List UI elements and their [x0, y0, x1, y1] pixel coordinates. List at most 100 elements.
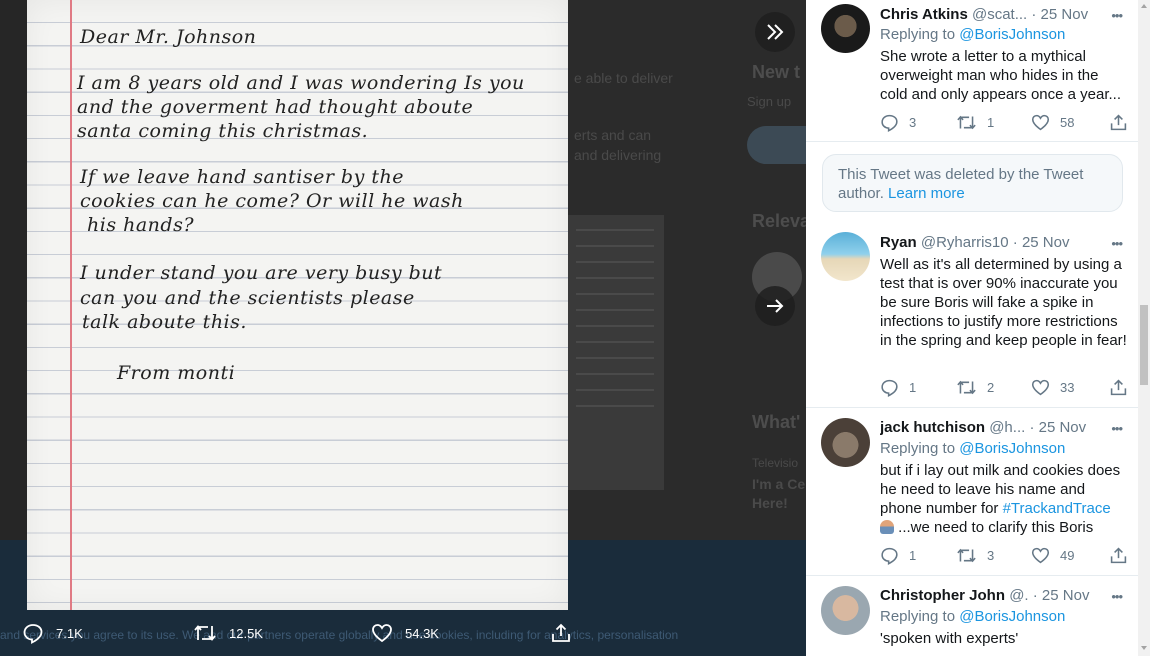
retweet-icon — [957, 380, 976, 395]
letter-line: If we leave hand santiser by the — [80, 166, 404, 188]
avatar[interactable] — [821, 586, 870, 635]
tweet-actions: 3 1 58 — [880, 113, 1130, 133]
like-count: 58 — [1060, 115, 1075, 130]
more-dots-icon[interactable]: ••• — [1111, 236, 1123, 251]
author-handle[interactable]: @h... — [989, 419, 1025, 436]
next-image-button[interactable] — [755, 286, 795, 326]
tweet-actions: 1 2 33 — [880, 378, 1130, 398]
more-dots-icon[interactable]: ••• — [1111, 8, 1123, 23]
reply-tweet[interactable]: jack hutchison @h... · 25 Nov ••• Replyi… — [806, 408, 1138, 576]
author-name[interactable]: Christopher John — [880, 587, 1005, 604]
replying-to: Replying to @BorisJohnson — [880, 608, 1065, 625]
avatar[interactable] — [821, 232, 870, 281]
letter-line: santa coming this christmas. — [77, 120, 369, 142]
author-name[interactable]: Ryan — [880, 234, 917, 251]
tweet-header: Chris Atkins @scat... · 25 Nov — [880, 6, 1124, 23]
like-button[interactable]: 49 — [1031, 546, 1074, 565]
share-icon — [1110, 114, 1127, 131]
reply-count: 1 — [909, 380, 917, 395]
tweet-actions: 1 3 49 — [880, 546, 1130, 566]
scrollbar[interactable] — [1138, 0, 1150, 656]
tweet-header: Christopher John @. · 25 Nov — [880, 587, 1124, 604]
retweet-button[interactable]: 2 — [956, 378, 994, 397]
background-text: Televisio — [752, 456, 799, 470]
tweet-header: Ryan @Ryharris10 · 25 Nov — [880, 234, 1124, 251]
background-text: Sign up — [747, 94, 792, 109]
scrollbar-thumb[interactable] — [1140, 305, 1148, 385]
background-heading: What' — [752, 412, 801, 432]
tweet-date[interactable]: · 25 Nov — [1033, 587, 1090, 604]
heart-icon — [1031, 114, 1050, 131]
letter-line: I under stand you are very busy but — [80, 262, 443, 284]
more-dots-icon[interactable]: ••• — [1111, 421, 1123, 436]
replying-to: Replying to @BorisJohnson — [880, 440, 1065, 457]
more-dots-icon[interactable]: ••• — [1111, 589, 1123, 604]
like-count: 33 — [1060, 380, 1075, 395]
replying-handle-link[interactable]: @BorisJohnson — [959, 608, 1065, 625]
letter-line: his hands? — [87, 214, 195, 236]
deleted-tweet-notice: This Tweet was deleted by the Tweet auth… — [822, 154, 1123, 212]
share-icon — [1110, 379, 1127, 396]
reply-button[interactable]: 1 — [880, 546, 916, 565]
share-button[interactable] — [1109, 113, 1138, 132]
author-name[interactable]: Chris Atkins — [880, 6, 968, 23]
share-icon — [1110, 547, 1127, 564]
replying-handle-link[interactable]: @BorisJohnson — [959, 440, 1065, 457]
media-like-button[interactable]: 54.3K — [371, 622, 439, 644]
author-handle[interactable]: @Ryharris10 — [921, 234, 1009, 251]
tweet-date[interactable]: · 25 Nov — [1031, 6, 1088, 23]
avatar[interactable] — [821, 418, 870, 467]
reply-icon — [881, 379, 898, 397]
retweet-button[interactable]: 3 — [956, 546, 994, 565]
reply-tweet[interactable]: Christopher John @. · 25 Nov ••• Replyin… — [806, 576, 1138, 656]
like-button[interactable]: 33 — [1031, 378, 1074, 397]
share-button[interactable] — [1109, 378, 1138, 397]
tweet-text: but if i lay out milk and cookies does h… — [880, 461, 1128, 537]
tweet-date[interactable]: · 25 Nov — [1013, 234, 1070, 251]
scroll-down-arrow-icon[interactable] — [1141, 646, 1147, 650]
background-text: Here! — [752, 495, 788, 511]
media-reply-count: 7.1K — [56, 625, 83, 641]
reply-button[interactable]: 1 — [880, 378, 916, 397]
retweet-button[interactable]: 1 — [956, 113, 994, 132]
retweet-icon — [957, 115, 976, 130]
background-text: erts and can — [574, 127, 652, 143]
media-retweet-count: 12.5K — [229, 625, 263, 641]
reply-tweet[interactable]: Ryan @Ryharris10 · 25 Nov ••• Well as it… — [806, 224, 1138, 408]
scroll-up-arrow-icon[interactable] — [1141, 4, 1147, 8]
author-handle[interactable]: @scat... — [972, 6, 1027, 23]
reply-count: 3 — [909, 115, 917, 130]
letter-line: I am 8 years old and I was wondering Is … — [77, 72, 525, 94]
share-icon — [552, 623, 570, 642]
tweet-text: Well as it's all determined by using a t… — [880, 256, 1127, 349]
double-chevron-right-icon — [767, 24, 784, 40]
letter-line: can you and the scientists please — [80, 287, 415, 309]
like-count: 49 — [1060, 548, 1075, 563]
letter-greeting: Dear Mr. Johnson — [80, 26, 257, 48]
media-retweet-button[interactable]: 12.5K — [193, 622, 263, 644]
share-button[interactable] — [1109, 546, 1138, 565]
replying-label: Replying to — [880, 440, 956, 457]
learn-more-link[interactable]: Learn more — [888, 185, 965, 202]
author-name[interactable]: jack hutchison — [880, 419, 985, 436]
avatar[interactable] — [821, 4, 870, 53]
background-text: e able to deliver — [574, 70, 673, 86]
reply-tweet[interactable]: Chris Atkins @scat... · 25 Nov ••• Reply… — [806, 0, 1138, 142]
background-heading: New t — [752, 62, 801, 82]
replying-handle-link[interactable]: @BorisJohnson — [959, 26, 1065, 43]
paper-margin-line — [70, 0, 72, 610]
tweet-date[interactable]: · 25 Nov — [1029, 419, 1086, 436]
like-button[interactable]: 58 — [1031, 113, 1074, 132]
media-reply-button[interactable]: 7.1K — [22, 622, 83, 644]
tweet-text: 'spoken with experts' — [880, 630, 1019, 647]
tweet-text: She wrote a letter to a mythical overwei… — [880, 48, 1121, 103]
author-handle[interactable]: @. — [1009, 587, 1028, 604]
collapse-button[interactable] — [755, 12, 795, 52]
retweet-icon — [957, 548, 976, 563]
letter-line: cookies can he come? Or will he wash — [80, 190, 464, 212]
reply-button[interactable]: 3 — [880, 113, 916, 132]
hashtag-link[interactable]: #TrackandTrace — [1003, 500, 1111, 517]
reply-icon — [881, 114, 898, 132]
media-share-button[interactable] — [550, 622, 584, 644]
reply-count: 1 — [909, 548, 917, 563]
